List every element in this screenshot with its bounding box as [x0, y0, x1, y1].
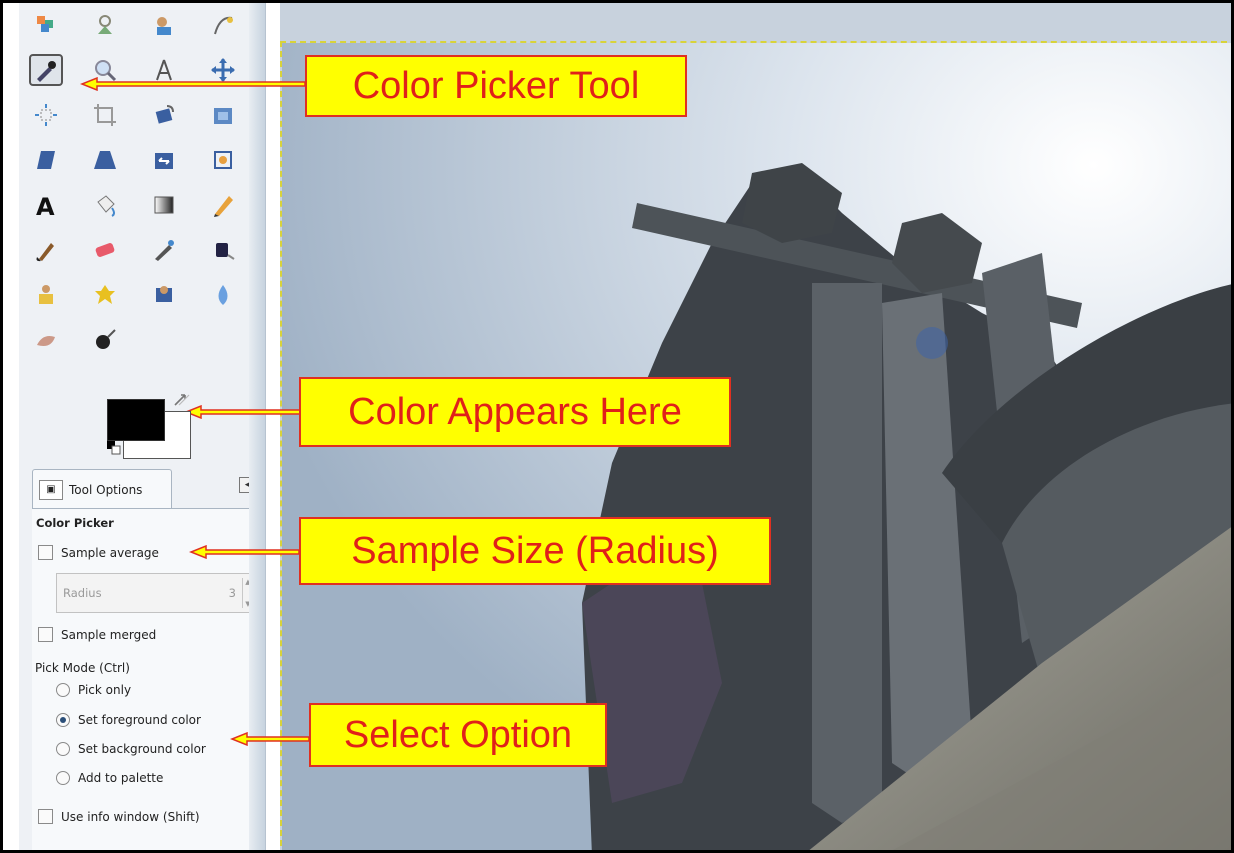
- radius-label: Radius: [63, 586, 102, 600]
- tab-tool-options-label: Tool Options: [69, 482, 143, 497]
- sample-merged-row[interactable]: Sample merged: [38, 627, 156, 642]
- set-foreground-radio[interactable]: [56, 713, 70, 727]
- tab-tool-options[interactable]: ▣ Tool Options: [32, 469, 172, 509]
- set-background-option[interactable]: Set background color: [56, 742, 206, 756]
- sample-average-checkbox[interactable]: [38, 545, 53, 560]
- rotate-tool-icon[interactable]: [147, 99, 181, 131]
- arrow-color-picker-tool: [79, 77, 306, 91]
- blur-sharpen-icon[interactable]: [206, 279, 240, 311]
- svg-text:A: A: [36, 193, 55, 218]
- use-info-window-checkbox[interactable]: [38, 809, 53, 824]
- paintbrush-tool-icon[interactable]: [29, 234, 63, 266]
- use-info-window-row[interactable]: Use info window (Shift): [38, 809, 200, 824]
- sample-average-row[interactable]: Sample average: [38, 545, 159, 560]
- panel-divider[interactable]: [249, 3, 265, 850]
- callout-color-appears-here: Color Appears Here: [299, 377, 731, 447]
- paths-icon[interactable]: [206, 9, 240, 41]
- dodge-burn-icon[interactable]: [88, 324, 122, 356]
- tool-options-panel: Color Picker Sample average Radius 3 ▲ ▼ …: [32, 508, 264, 850]
- flip-tool-icon[interactable]: [147, 144, 181, 176]
- arrow-select-option: [229, 732, 310, 746]
- add-to-palette-label: Add to palette: [78, 771, 164, 785]
- pencil-tool-icon[interactable]: [206, 189, 240, 221]
- callout-select-option: Select Option: [309, 703, 607, 767]
- tool-options-icon: ▣: [39, 479, 63, 500]
- clone-tool-icon[interactable]: [29, 279, 63, 311]
- airbrush-tool-icon[interactable]: [147, 234, 181, 266]
- set-foreground-label: Set foreground color: [78, 713, 201, 727]
- pick-only-radio[interactable]: [56, 683, 70, 697]
- bucket-fill-icon[interactable]: [88, 189, 122, 221]
- eraser-tool-icon[interactable]: [88, 234, 122, 266]
- sample-average-label: Sample average: [61, 545, 159, 560]
- text-tool-icon[interactable]: A: [29, 189, 63, 221]
- crop-tool-icon[interactable]: [88, 99, 122, 131]
- layer-boundary-top: [280, 41, 1231, 45]
- set-foreground-option[interactable]: Set foreground color: [56, 713, 201, 727]
- blend-tool-icon[interactable]: [147, 189, 181, 221]
- smudge-tool-icon[interactable]: [29, 324, 63, 356]
- ink-tool-icon[interactable]: [206, 234, 240, 266]
- default-colors-icon[interactable]: [107, 441, 121, 455]
- heal-tool-icon[interactable]: [88, 279, 122, 311]
- perspective-clone-icon[interactable]: [147, 279, 181, 311]
- foreground-color-swatch[interactable]: [107, 399, 165, 441]
- color-picker-tool-icon[interactable]: [29, 54, 63, 86]
- callout-sample-size: Sample Size (Radius): [299, 517, 771, 585]
- set-background-label: Set background color: [78, 742, 206, 756]
- add-to-palette-option[interactable]: Add to palette: [56, 771, 163, 785]
- pick-mode-label: Pick Mode (Ctrl): [35, 661, 130, 675]
- sample-merged-label: Sample merged: [61, 627, 157, 642]
- use-info-window-label: Use info window (Shift): [61, 809, 200, 824]
- screenshot-frame: A ▣ Tool Options ◂ Color Picker Sample a…: [0, 0, 1234, 853]
- perspective-tool-icon[interactable]: [88, 144, 122, 176]
- shear-tool-icon[interactable]: [29, 144, 63, 176]
- fuzzy-select-icon[interactable]: [88, 9, 122, 41]
- sample-merged-checkbox[interactable]: [38, 627, 53, 642]
- arrow-color-appears-here: [183, 405, 304, 419]
- pick-only-label: Pick only: [78, 683, 132, 697]
- cage-transform-icon[interactable]: [206, 144, 240, 176]
- pick-only-option[interactable]: Pick only: [56, 683, 131, 697]
- free-select-icon-row0-a[interactable]: [29, 9, 63, 41]
- toolbox-panel: A ▣ Tool Options ◂ Color Picker Sample a…: [19, 3, 266, 850]
- foreground-select-icon[interactable]: [147, 9, 181, 41]
- add-to-palette-radio[interactable]: [56, 771, 70, 785]
- scale-tool-icon[interactable]: [206, 99, 240, 131]
- arrow-sample-size: [188, 545, 300, 559]
- tool-options-title: Color Picker: [36, 516, 114, 530]
- radius-value: 3: [228, 586, 236, 600]
- callout-color-picker-tool: Color Picker Tool: [305, 55, 687, 117]
- align-tool-icon[interactable]: [29, 99, 63, 131]
- set-background-radio[interactable]: [56, 742, 70, 756]
- radius-spinner[interactable]: Radius 3 ▲ ▼: [56, 573, 260, 613]
